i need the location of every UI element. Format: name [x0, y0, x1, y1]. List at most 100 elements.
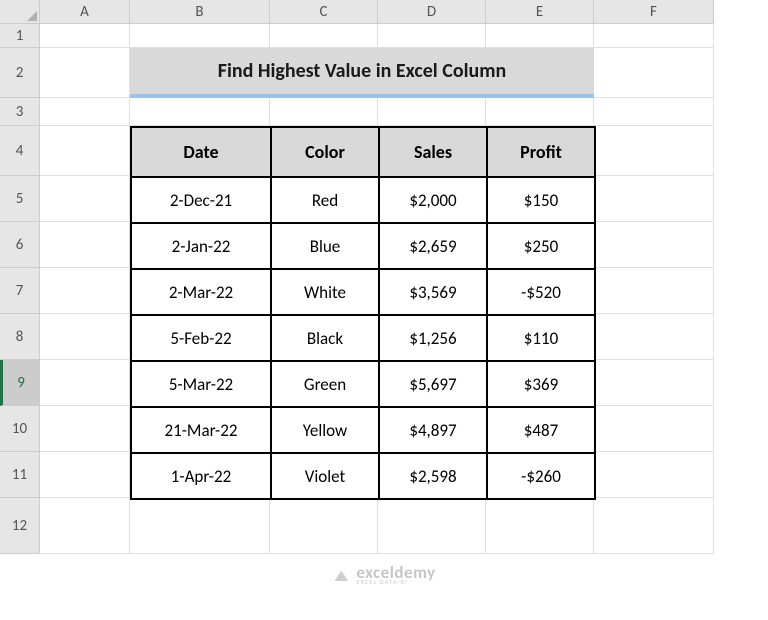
row-header-1[interactable]: 1 — [0, 24, 40, 48]
cell-sales[interactable]: $4,897 — [379, 407, 487, 453]
title-cell: Find Highest Value in Excel Column — [130, 48, 594, 98]
cell-profit[interactable]: $110 — [487, 315, 595, 361]
spreadsheet-grid: ABCDEF 123456789101112 Find Highest Valu… — [0, 0, 768, 620]
cell[interactable] — [594, 452, 714, 498]
row-header-3[interactable]: 3 — [0, 98, 40, 126]
cell[interactable] — [594, 24, 714, 48]
cell[interactable] — [594, 98, 714, 126]
cell-profit[interactable]: $369 — [487, 361, 595, 407]
cell[interactable] — [486, 498, 594, 554]
watermark: exceldemy EXCEL·DATA·BI — [332, 564, 435, 585]
row-header-6[interactable]: 6 — [0, 222, 40, 268]
cell[interactable] — [40, 24, 130, 48]
cell-sales[interactable]: $2,598 — [379, 453, 487, 499]
table-header-date[interactable]: Date — [131, 127, 271, 177]
table-row: 5-Mar-22Green$5,697$369 — [131, 361, 595, 407]
cell[interactable] — [40, 498, 130, 554]
cell[interactable] — [40, 360, 130, 406]
cell[interactable] — [594, 176, 714, 222]
cell-date[interactable]: 2-Jan-22 — [131, 223, 271, 269]
table-row: 2-Mar-22White$3,569-$520 — [131, 269, 595, 315]
table-header-profit[interactable]: Profit — [487, 127, 595, 177]
row-header-9[interactable]: 9 — [0, 360, 40, 406]
cell-sales[interactable]: $1,256 — [379, 315, 487, 361]
cell[interactable] — [130, 24, 270, 48]
row-header-4[interactable]: 4 — [0, 126, 40, 176]
cell[interactable] — [270, 24, 378, 48]
table-row: 5-Feb-22Black$1,256$110 — [131, 315, 595, 361]
cell[interactable] — [40, 314, 130, 360]
cell-profit[interactable]: $250 — [487, 223, 595, 269]
cell-date[interactable]: 5-Mar-22 — [131, 361, 271, 407]
row-header-7[interactable]: 7 — [0, 268, 40, 314]
cell[interactable] — [130, 98, 270, 126]
title-text: Find Highest Value in Excel Column — [218, 59, 506, 83]
row-header-5[interactable]: 5 — [0, 176, 40, 222]
cell-profit[interactable]: -$260 — [487, 453, 595, 499]
cell-profit[interactable]: $150 — [487, 177, 595, 223]
row-header-12[interactable]: 12 — [0, 498, 40, 554]
cell-color[interactable]: Red — [271, 177, 379, 223]
table-row: 21-Mar-22Yellow$4,897$487 — [131, 407, 595, 453]
row-header-8[interactable]: 8 — [0, 314, 40, 360]
column-header-F[interactable]: F — [594, 0, 714, 24]
column-header-C[interactable]: C — [270, 0, 378, 24]
cell[interactable] — [40, 406, 130, 452]
row-header-10[interactable]: 10 — [0, 406, 40, 452]
column-header-D[interactable]: D — [378, 0, 486, 24]
table-row: 2-Jan-22Blue$2,659$250 — [131, 223, 595, 269]
cell[interactable] — [486, 98, 594, 126]
cell-color[interactable]: White — [271, 269, 379, 315]
row-header-2[interactable]: 2 — [0, 48, 40, 98]
cell-color[interactable]: Blue — [271, 223, 379, 269]
cell-color[interactable]: Black — [271, 315, 379, 361]
cell[interactable] — [594, 222, 714, 268]
cell-sales[interactable]: $3,569 — [379, 269, 487, 315]
cell[interactable] — [594, 126, 714, 176]
cell-sales[interactable]: $2,000 — [379, 177, 487, 223]
cell[interactable] — [378, 98, 486, 126]
cell[interactable] — [486, 24, 594, 48]
cell-date[interactable]: 2-Dec-21 — [131, 177, 271, 223]
column-header-B[interactable]: B — [130, 0, 270, 24]
cell[interactable] — [594, 498, 714, 554]
table-header-sales[interactable]: Sales — [379, 127, 487, 177]
cell-date[interactable]: 21-Mar-22 — [131, 407, 271, 453]
cell[interactable] — [40, 98, 130, 126]
cell-profit[interactable]: $487 — [487, 407, 595, 453]
cell-date[interactable]: 5-Feb-22 — [131, 315, 271, 361]
cell-profit[interactable]: -$520 — [487, 269, 595, 315]
column-header-E[interactable]: E — [486, 0, 594, 24]
cell[interactable] — [594, 48, 714, 98]
cell-date[interactable]: 1-Apr-22 — [131, 453, 271, 499]
watermark-tagline: EXCEL·DATA·BI — [356, 579, 435, 585]
cell[interactable] — [378, 24, 486, 48]
cell[interactable] — [40, 126, 130, 176]
exceldemy-logo-icon — [332, 566, 350, 584]
column-header-A[interactable]: A — [40, 0, 130, 24]
cell[interactable] — [270, 98, 378, 126]
cell-color[interactable]: Yellow — [271, 407, 379, 453]
cell[interactable] — [594, 268, 714, 314]
cell[interactable] — [130, 498, 270, 554]
cell[interactable] — [270, 498, 378, 554]
cell[interactable] — [40, 48, 130, 98]
select-all-corner[interactable] — [0, 0, 40, 24]
cell[interactable] — [378, 498, 486, 554]
cell[interactable] — [594, 360, 714, 406]
cell[interactable] — [594, 406, 714, 452]
cell[interactable] — [40, 176, 130, 222]
cell-color[interactable]: Violet — [271, 453, 379, 499]
cell-sales[interactable]: $5,697 — [379, 361, 487, 407]
row-header-11[interactable]: 11 — [0, 452, 40, 498]
row-headers: 123456789101112 — [0, 24, 40, 554]
cell-sales[interactable]: $2,659 — [379, 223, 487, 269]
data-table: DateColorSalesProfit 2-Dec-21Red$2,000$15… — [130, 126, 596, 500]
cell[interactable] — [40, 268, 130, 314]
table-header-color[interactable]: Color — [271, 127, 379, 177]
cell-color[interactable]: Green — [271, 361, 379, 407]
cell[interactable] — [40, 452, 130, 498]
cell[interactable] — [594, 314, 714, 360]
cell-date[interactable]: 2-Mar-22 — [131, 269, 271, 315]
cell[interactable] — [40, 222, 130, 268]
